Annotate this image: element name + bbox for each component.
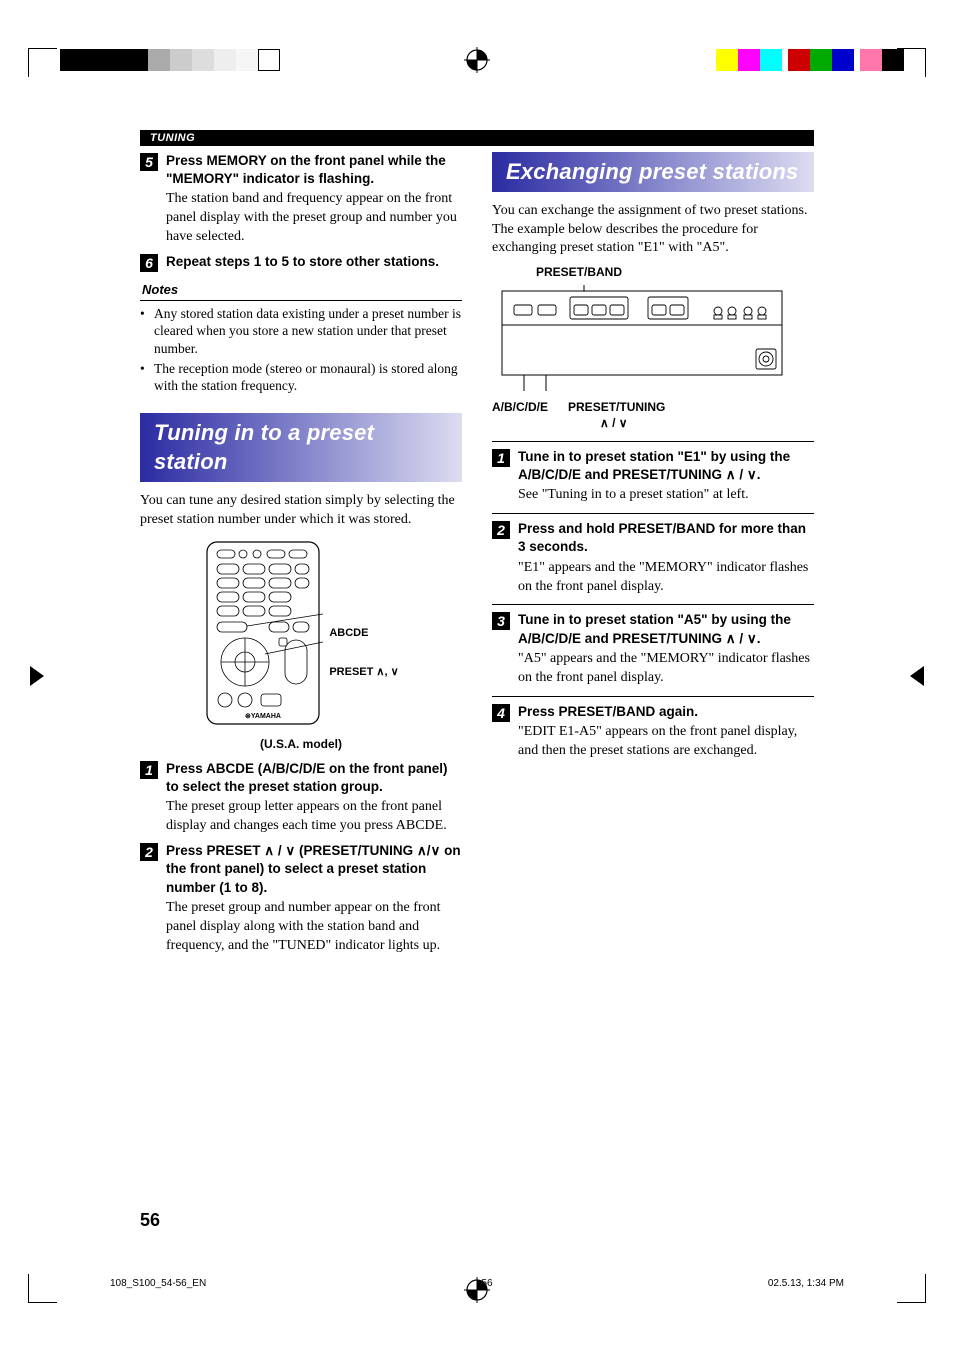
step-heading: Tune in to preset station "A5" by using … bbox=[518, 611, 814, 647]
footer-metadata: 108_S100_54-56_EN 56 02.5.13, 1:34 PM bbox=[110, 1278, 844, 1289]
crop-mark bbox=[28, 48, 57, 77]
step-number-6: 6 bbox=[140, 254, 158, 272]
step-number-2: 2 bbox=[492, 521, 510, 539]
divider bbox=[492, 604, 814, 605]
section-heading-tuning-preset: Tuning in to a preset station bbox=[140, 413, 462, 482]
remote-control-figure: ⊛YAMAHA ABCDE PRESET ∧, ∨ (U.S.A. model) bbox=[140, 538, 462, 752]
side-triangle-icon bbox=[910, 666, 924, 686]
step-heading: Press PRESET ∧ / ∨ (PRESET/TUNING ∧/∨ on… bbox=[166, 842, 462, 897]
notes-label: Notes bbox=[140, 277, 462, 301]
divider bbox=[492, 513, 814, 514]
side-triangle-icon bbox=[30, 666, 44, 686]
step-number-1: 1 bbox=[492, 449, 510, 467]
notes-list: Any stored station data existing under a… bbox=[140, 305, 462, 395]
front-panel-figure: PRESET/BAND bbox=[492, 264, 814, 431]
page-number: 56 bbox=[140, 1210, 160, 1231]
remote-caption: (U.S.A. model) bbox=[260, 736, 342, 752]
step-number-2: 2 bbox=[140, 843, 158, 861]
left-column: 5 Press MEMORY on the front panel while … bbox=[140, 152, 462, 962]
panel-caption-abcde: A/B/C/D/E bbox=[492, 399, 548, 431]
step-heading: Press ABCDE (A/B/C/D/E on the front pane… bbox=[166, 760, 462, 796]
right-column: Exchanging preset stations You can excha… bbox=[492, 152, 814, 962]
step-body: See "Tuning in to a preset station" at l… bbox=[518, 486, 814, 505]
crop-mark bbox=[28, 1274, 57, 1303]
register-target-icon bbox=[464, 47, 490, 73]
remote-control-icon: ⊛YAMAHA bbox=[203, 538, 323, 728]
note-item: Any stored station data existing under a… bbox=[154, 305, 462, 358]
note-item: The reception mode (stereo or monaural) … bbox=[154, 360, 462, 395]
step-heading: Press MEMORY on the front panel while th… bbox=[166, 152, 462, 188]
remote-label-preset: PRESET ∧, ∨ bbox=[329, 665, 398, 680]
panel-caption-chevrons: ∧ / ∨ bbox=[600, 416, 628, 430]
remote-label-abcde: ABCDE bbox=[329, 626, 398, 641]
step-heading: Repeat steps 1 to 5 to store other stati… bbox=[166, 253, 462, 271]
section-tag: TUNING bbox=[140, 130, 814, 146]
panel-caption-presetband: PRESET/BAND bbox=[536, 264, 622, 280]
footer-page: 56 bbox=[481, 1278, 492, 1289]
section-heading-exchange: Exchanging preset stations bbox=[492, 152, 814, 192]
section-intro: You can tune any desired station simply … bbox=[140, 492, 462, 530]
step-heading: Press PRESET/BAND again. bbox=[518, 703, 814, 721]
crop-mark bbox=[897, 48, 926, 77]
step-body: The preset group letter appears on the f… bbox=[166, 798, 462, 836]
step-heading: Press and hold PRESET/BAND for more than… bbox=[518, 520, 814, 556]
section-intro: You can exchange the assignment of two p… bbox=[492, 202, 814, 259]
panel-caption-presettuning: PRESET/TUNING bbox=[568, 400, 665, 414]
step-heading: Tune in to preset station "E1" by using … bbox=[518, 448, 814, 484]
step-body: The preset group and number appear on th… bbox=[166, 899, 462, 956]
step-body: "EDIT E1-A5" appears on the front panel … bbox=[518, 723, 814, 761]
step-body: The station band and frequency appear on… bbox=[166, 190, 462, 247]
footer-date: 02.5.13, 1:34 PM bbox=[768, 1278, 844, 1289]
step-number-4: 4 bbox=[492, 704, 510, 722]
step-number-3: 3 bbox=[492, 612, 510, 630]
step-body: "A5" appears and the "MEMORY" indicator … bbox=[518, 650, 814, 688]
front-panel-icon bbox=[492, 285, 792, 395]
footer-file: 108_S100_54-56_EN bbox=[110, 1278, 206, 1289]
print-registration-top bbox=[0, 40, 954, 80]
svg-text:⊛YAMAHA: ⊛YAMAHA bbox=[245, 713, 281, 720]
crop-mark bbox=[897, 1274, 926, 1303]
step-number-5: 5 bbox=[140, 153, 158, 171]
divider bbox=[492, 441, 814, 442]
step-number-1: 1 bbox=[140, 761, 158, 779]
divider bbox=[492, 696, 814, 697]
step-body: "E1" appears and the "MEMORY" indicator … bbox=[518, 559, 814, 597]
